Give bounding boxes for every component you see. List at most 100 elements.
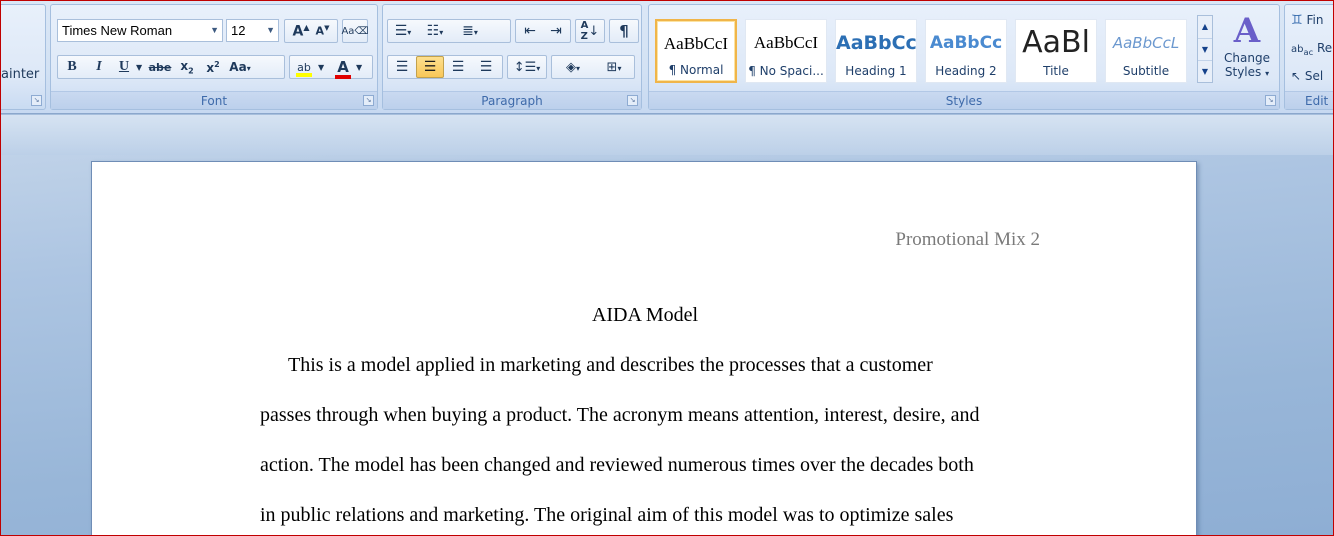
style-name: Heading 1 [845,64,907,78]
align-right-icon[interactable]: ☰ [444,59,472,75]
sort-button[interactable]: A Z ↓ [575,19,605,43]
style-name: ¶ No Spaci... [748,64,824,78]
styles-launcher-icon[interactable]: ↘ [1265,95,1276,106]
find-button[interactable]: ♊ Fin [1291,13,1323,28]
style-heading-1[interactable]: AaBbCc Heading 1 [835,19,917,83]
chevron-down-icon: ▾ [1265,69,1270,78]
style-name: ¶ Normal [668,63,724,77]
paragraph-line: This is a model applied in marketing and… [288,354,933,376]
shrink-font-icon[interactable]: A▼ [316,24,330,38]
style-sample: AaBbCcI [753,33,819,52]
paragraph-line: in public relations and marketing. The o… [260,504,954,526]
change-styles-button[interactable]: A Change Styles ▾ [1217,11,1277,91]
highlight-color-icon[interactable]: ab [290,61,318,77]
clear-formatting-button[interactable]: Aa⌫ [341,19,369,43]
bullets-icon[interactable]: ☰▾ [388,23,418,39]
align-center-icon[interactable]: ☰ [416,56,444,78]
sort-icon: AZ [580,20,589,42]
strikethrough-button[interactable]: abe [146,61,174,74]
justify-icon[interactable]: ☰ [472,59,500,75]
decrease-indent-icon[interactable]: ⇤ [517,23,543,39]
style-name: Subtitle [1122,64,1170,78]
color-toolbar: ab ▼ A ▼ [289,55,373,79]
show-marks-button[interactable]: ¶ [609,19,639,43]
style-sample: AaBbCcI [663,34,729,53]
clear-formatting-icon: Aa⌫ [341,25,369,37]
bold-button[interactable]: B [58,59,86,75]
indent-toolbar: ⇤ ⇥ [515,19,571,43]
paragraph-line: passes through when buying a product. Th… [260,404,980,426]
font-group: Times New Roman ▼ 12 ▼ A▲ A▼ Aa⌫ B I U ▼… [50,4,378,110]
increase-indent-icon[interactable]: ⇥ [543,23,569,39]
numbering-icon[interactable]: ☷▾ [418,23,452,39]
replace-label: Re [1317,41,1333,55]
align-left-icon[interactable]: ☰ [388,59,416,75]
style-no-spacing[interactable]: AaBbCcI ¶ No Spaci... [745,19,827,83]
style-subtitle[interactable]: AaBbCcL Subtitle [1105,19,1187,83]
cursor-icon: ↖ [1291,69,1302,83]
font-size-combo[interactable]: 12 ▼ [226,19,279,42]
change-styles-label-1: Change [1224,51,1270,65]
format-painter-button[interactable]: ainter [1,67,39,82]
styles-group: AaBbCcI ¶ Normal AaBbCcI ¶ No Spaci... A… [648,4,1280,110]
change-case-button[interactable]: Aa▾ [226,60,254,74]
style-title[interactable]: AaBl Title [1015,19,1097,83]
font-name-combo[interactable]: Times New Roman ▼ [57,19,223,42]
select-label: Sel [1304,69,1324,83]
font-launcher-icon[interactable]: ↘ [363,95,374,106]
binoculars-icon: ♊ [1291,13,1303,28]
editing-group-label: Edit [1285,91,1334,109]
scroll-up-icon[interactable]: ▲ [1198,16,1212,38]
page-header: Promotional Mix 2 [895,229,1040,250]
document-area: Promotional Mix 2 AIDA Model This is a m… [0,115,1334,536]
shading-border-toolbar: ◈▾ ⊞▾ [551,55,635,79]
style-normal[interactable]: AaBbCcI ¶ Normal [655,19,737,83]
paragraph-launcher-icon[interactable]: ↘ [627,95,638,106]
ribbon: ainter ↘ Times New Roman ▼ 12 ▼ A▲ A▼ Aa… [0,0,1334,114]
style-sample: AaBl [1022,26,1090,60]
style-name: Heading 2 [935,64,997,78]
line-spacing-button[interactable]: ↕☰▾ [507,55,547,79]
styles-scrollbar[interactable]: ▲ ▼ ▼ [1197,15,1213,83]
style-heading-2[interactable]: AaBbCc Heading 2 [925,19,1007,83]
chevron-down-icon[interactable]: ▼ [356,63,368,72]
clipboard-group: ainter ↘ [0,4,46,110]
clipboard-launcher-icon[interactable]: ↘ [31,95,42,106]
grow-font-icon[interactable]: A▲ [293,23,310,40]
style-name: Title [1043,64,1069,78]
scroll-down-icon[interactable]: ▼ [1198,38,1212,60]
shading-icon[interactable]: ◈▾ [552,60,594,75]
style-sample: AaBbCcL [1112,34,1180,52]
select-button[interactable]: ↖ Sel [1291,69,1323,83]
change-styles-icon: A [1233,11,1261,51]
paragraph-line: action. The model has been changed and r… [260,454,974,476]
style-sample: AaBbCc [929,33,1003,53]
font-group-label: Font [51,91,377,109]
align-toolbar: ☰ ☰ ☰ ☰ [387,55,503,79]
replace-button[interactable]: abac Re [1291,41,1332,57]
editing-group: ♊ Fin abac Re ↖ Sel Edit [1284,4,1334,110]
underline-dropdown-icon[interactable]: ▼ [136,63,146,72]
document-title: AIDA Model [591,304,699,326]
more-styles-icon[interactable]: ▼ [1198,60,1212,82]
change-styles-label-2: Styles [1224,65,1262,79]
borders-icon[interactable]: ⊞▾ [594,60,634,75]
chevron-down-icon: ▼ [266,25,275,35]
pilcrow-icon: ¶ [619,22,629,40]
paragraph-group: ☰▾ ☷▾ ≣▾ ⇤ ⇥ A Z ↓ ¶ ☰ ☰ ☰ ☰ ↕☰▾ ◈▾ ⊞▾ Par… [382,4,642,110]
paragraph-group-label: Paragraph [383,91,641,109]
chevron-down-icon[interactable]: ▼ [318,63,330,72]
find-label: Fin [1306,13,1324,27]
grow-shrink-font-buttons[interactable]: A▲ A▼ [284,19,338,43]
italic-button[interactable]: I [86,59,112,75]
subscript-button[interactable]: x2 [174,59,200,75]
font-color-icon[interactable]: A [330,58,356,79]
multilevel-list-icon[interactable]: ≣▾ [452,23,488,39]
superscript-button[interactable]: x2 [200,60,226,75]
underline-button[interactable]: U [112,59,136,75]
document-page[interactable]: Promotional Mix 2 AIDA Model This is a m… [91,161,1197,536]
change-styles-label-2-row: Styles ▾ [1217,65,1277,79]
list-toolbar: ☰▾ ☷▾ ≣▾ [387,19,511,43]
styles-group-label: Styles [649,91,1279,109]
font-size-value: 12 [231,23,246,38]
